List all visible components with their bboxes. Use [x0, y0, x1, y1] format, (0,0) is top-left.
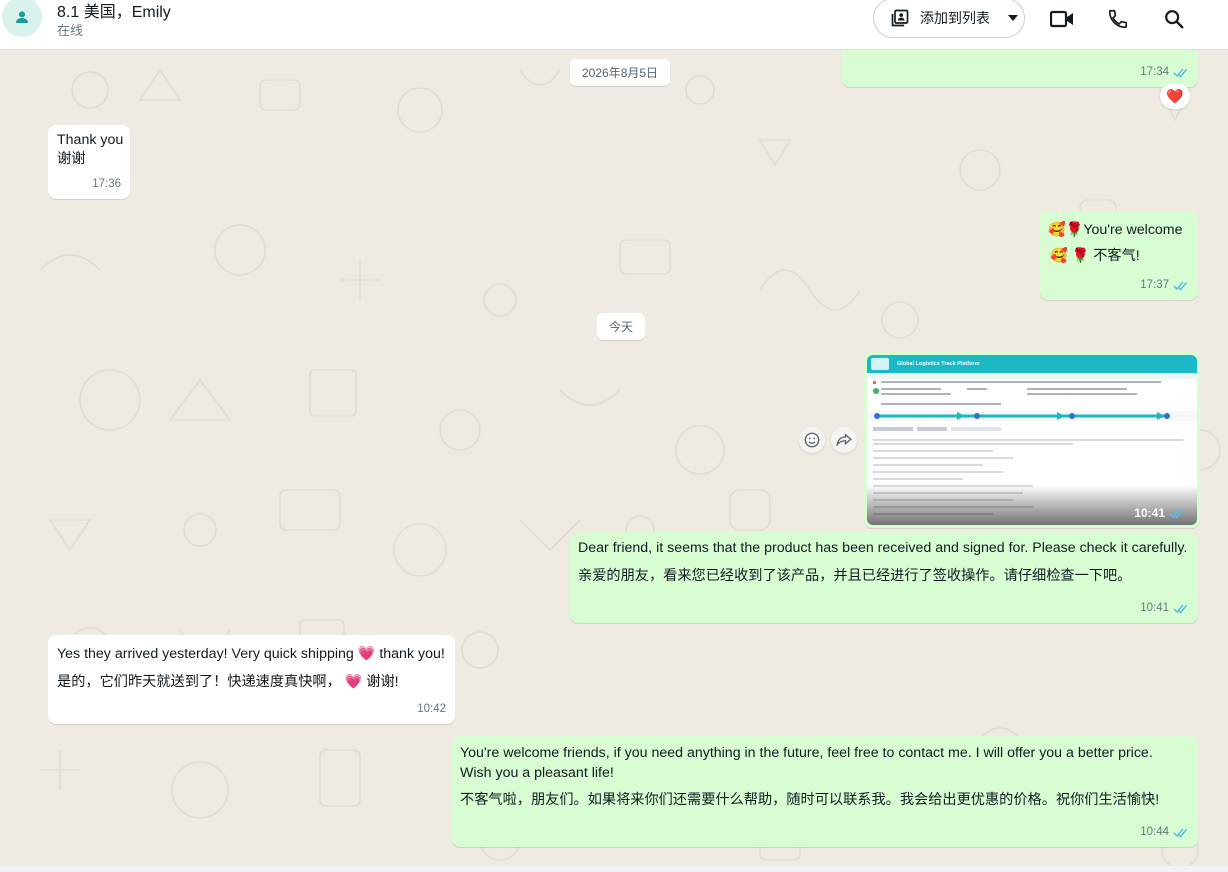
date-separator: 今天	[597, 313, 646, 340]
avatar[interactable]	[2, 0, 42, 37]
message-text: 不客气啦，朋友们。如果将来你们还需要什么帮助，随时可以联系我。我会给出更优惠的价…	[460, 792, 1160, 808]
forward-icon	[836, 433, 852, 447]
message-bubble-incoming[interactable]: Thank you 谢谢 17:36	[48, 125, 130, 199]
tracking-screenshot-image[interactable]: Global Logistics Track Platform 10:41	[867, 355, 1197, 525]
read-receipt-icon	[1173, 68, 1188, 78]
message-bubble-outgoing[interactable]: 🥰🌹You're welcome 🥰 🌹 不客气! 17:37	[1040, 211, 1198, 300]
message-bubble-outgoing[interactable]: 17:34	[842, 50, 1198, 87]
message-text: Yes they arrived yesterday! Very quick s…	[57, 646, 445, 662]
message-time: 17:36	[92, 178, 121, 190]
search-icon[interactable]	[1161, 6, 1187, 32]
add-list-icon	[891, 9, 909, 27]
contact-status: 在线	[57, 23, 84, 38]
read-receipt-icon	[1173, 604, 1188, 614]
read-receipt-icon	[1169, 509, 1184, 519]
reaction-badge[interactable]: ❤️	[1160, 83, 1190, 109]
add-to-list-label: 添加到列表	[920, 10, 990, 26]
read-receipt-icon	[1173, 828, 1188, 838]
person-icon	[16, 11, 28, 23]
add-to-list-button[interactable]: 添加到列表	[873, 0, 1025, 38]
message-time: 17:34	[1140, 66, 1169, 78]
message-bubble-outgoing[interactable]: You're welcome friends, if you need anyt…	[452, 736, 1198, 847]
read-receipt-icon	[1173, 281, 1188, 291]
video-call-icon[interactable]	[1049, 6, 1075, 32]
message-text: 🥰 🌹 不客气!	[1050, 248, 1140, 264]
react-emoji-button[interactable]	[799, 427, 825, 453]
message-text: Dear friend, it seems that the product h…	[578, 540, 1188, 556]
message-text: 亲爱的朋友，看来您已经收到了该产品，并且已经进行了签收操作。请仔细检查一下吧。	[578, 568, 1132, 584]
message-bubble-incoming[interactable]: Yes they arrived yesterday! Very quick s…	[48, 635, 455, 724]
message-text: 谢谢	[57, 151, 86, 167]
chevron-down-icon	[1008, 15, 1018, 21]
smiley-icon	[804, 432, 820, 448]
message-text: Thank you	[57, 132, 124, 148]
tracking-page-thumbnail: Global Logistics Track Platform	[867, 355, 1197, 525]
contact-name[interactable]: 8.1 美国，Emily	[57, 0, 171, 22]
message-time: 17:37	[1140, 279, 1169, 291]
image-title: Global Logistics Track Platform	[897, 361, 980, 367]
message-meta: 17:37	[1140, 276, 1189, 295]
message-time: 10:42	[417, 703, 446, 715]
chat-header: 8.1 美国，Emily 在线 添加到列表	[0, 0, 1228, 50]
date-separator: 2026年8月5日	[570, 59, 671, 86]
message-bubble-outgoing[interactable]: Dear friend, it seems that the product h…	[570, 532, 1198, 623]
message-text: Wish you a pleasant life!	[460, 765, 614, 781]
composer-edge	[0, 866, 1228, 872]
heart-icon: ❤️	[1166, 87, 1184, 104]
message-text: You're welcome friends, if you need anyt…	[460, 745, 1153, 761]
message-time: 10:41	[1140, 602, 1169, 614]
message-meta: 17:34	[1140, 63, 1189, 82]
phone-icon[interactable]	[1105, 6, 1131, 32]
message-meta: 10:41	[1140, 599, 1189, 618]
message-meta: 10:44	[1140, 823, 1189, 842]
message-meta: 17:36	[92, 175, 121, 194]
message-meta: 10:42	[417, 700, 446, 719]
chat-panel[interactable]: 17:34 ❤️ 2026年8月5日 Thank you 谢谢 17:36 🥰🌹…	[0, 50, 1228, 872]
forward-button[interactable]	[831, 427, 857, 453]
message-text: 是的，它们昨天就送到了！快递速度真快啊， 💗 谢谢!	[57, 674, 399, 690]
message-image-outgoing[interactable]: Global Logistics Track Platform 10:41	[864, 352, 1200, 528]
message-time: 10:41	[1134, 506, 1165, 520]
message-text: 🥰🌹You're welcome	[1048, 222, 1183, 238]
message-meta: 10:41	[1134, 506, 1185, 520]
message-time: 10:44	[1140, 826, 1169, 838]
